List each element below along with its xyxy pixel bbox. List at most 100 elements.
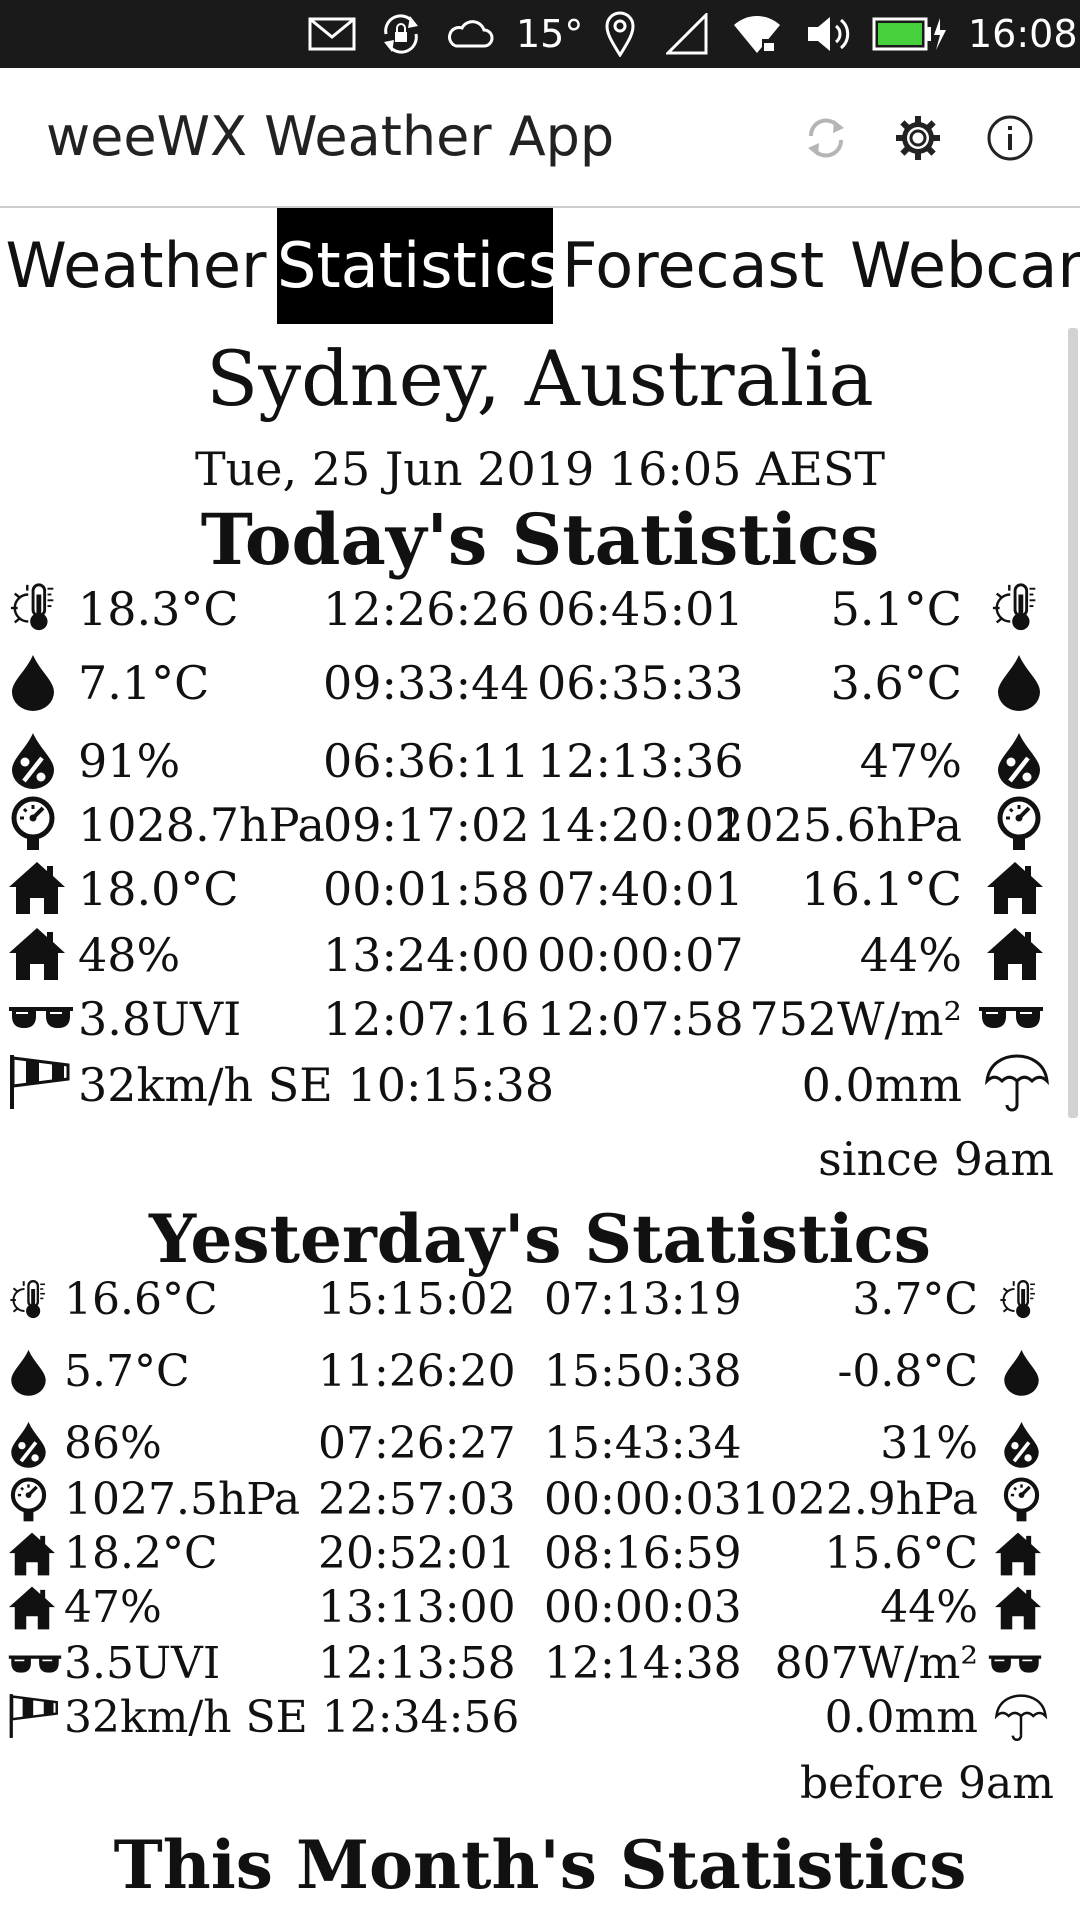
stat-row: 1028.7hPa 09:17:02 14:20:02 1025.6hPa [0,796,1060,862]
tab-webcam[interactable]: Webcam [834,208,1080,324]
status-temperature: 15° [516,12,584,56]
wind-rain-row: 32km/h SE 12:34:56 0.0mm [0,1692,1060,1756]
rain-amount: 0.0mm [801,1058,962,1112]
indoor-humidity-icon [8,1578,56,1638]
stat-max-time: 07:26:27 [318,1418,516,1469]
info-icon[interactable] [984,112,1036,164]
stat-min-value: 3.6°C [830,656,962,710]
stat-max-value: 7.1°C [78,656,210,710]
stat-max-value: 1028.7hPa [78,798,325,852]
tab-label: Forecast [561,229,825,302]
stat-min-time: 06:45:01 [537,582,744,636]
stat-min-value: 5.1°C [830,582,962,636]
dewpoint-icon [994,652,1044,712]
tab-weather[interactable]: Weather [0,208,272,324]
battery-charging-icon [872,0,948,68]
stat-max-value: 91% [78,734,181,788]
app-title: weeWX Weather App [46,105,615,168]
stat-max-value: 48% [78,928,181,982]
stat-min-value: -0.8°C [837,1346,978,1397]
stat-min-time: 07:13:19 [544,1274,742,1325]
stat-min-time: 00:00:07 [537,928,744,982]
stat-min-time: 07:40:01 [537,862,744,916]
barometer-icon [1001,1470,1042,1530]
max-wind-gust: 32km/h SE 10:15:38 [78,1058,555,1112]
humidity-icon [8,1414,49,1474]
stat-min-value: 47% [859,734,962,788]
rain-period-note: since 9am [818,1132,1054,1186]
stat-min-time: 00:00:03 [544,1474,742,1525]
stat-max-value: 18.2°C [64,1528,218,1579]
temperature-icon [8,1270,52,1330]
stat-max-value: 18.0°C [78,862,239,916]
humidity-icon [8,730,58,790]
barometer-icon [8,1470,49,1530]
uv-sunglasses-icon [978,988,1044,1048]
cell-signal-icon [666,0,708,68]
rain-period-note: before 9am [800,1758,1054,1809]
stat-min-value: 44% [859,928,962,982]
stat-max-time: 12:26:26 [323,582,530,636]
umbrella-icon [994,1686,1048,1750]
stat-min-time: 14:20:02 [537,798,744,852]
stat-min-value: 1022.9hPa [741,1474,978,1525]
stat-min-time: 08:16:59 [544,1528,742,1579]
stat-row: 18.3°C 12:26:26 06:45:01 5.1°C [0,582,1060,646]
stat-max-value: 5.7°C [64,1346,190,1397]
station-name: Sydney, Australia [206,334,874,423]
stat-max-time: 11:26:20 [318,1346,516,1397]
stat-min-value: 1025.6hPa [715,798,962,852]
section-heading: Today's Statistics [200,498,880,581]
rain-amount: 0.0mm [824,1692,978,1743]
stat-row: 5.7°C 11:26:20 15:50:38 -0.8°C [0,1350,1060,1410]
humidity-icon [1001,1414,1042,1474]
stat-row: 3.8UVI 12:07:16 12:07:58 752W/m² [0,996,1060,1056]
report-datetime: Tue, 25 Jun 2019 16:05 AEST [194,442,886,496]
stat-min-value: 3.7°C [852,1274,978,1325]
indoor-humidity-icon [8,924,66,984]
stat-max-time: 13:24:00 [323,928,530,982]
stat-min-value: 16.1°C [801,862,962,916]
temperature-icon [8,578,62,638]
stat-row: 48% 13:24:00 00:00:07 44% [0,928,1060,992]
tab-label: Statistics [277,229,561,302]
stat-min-time: 15:50:38 [544,1346,742,1397]
dewpoint-icon [8,652,58,712]
refresh-icon[interactable] [800,112,852,164]
stat-max-time: 12:13:58 [318,1638,516,1689]
stat-max-time: 09:33:44 [323,656,530,710]
windsock-icon [8,1050,72,1114]
tab-forecast[interactable]: Forecast [558,208,828,324]
stat-min-value: 31% [880,1418,978,1469]
stat-max-value: 3.5UVI [64,1638,221,1689]
stat-max-value: 1027.5hPa [64,1474,301,1525]
status-time: 16:08 [968,12,1078,56]
stat-row: 91% 06:36:11 12:13:36 47% [0,733,1060,798]
stat-max-value: 47% [64,1582,162,1633]
stat-max-time: 13:13:00 [318,1582,516,1633]
temperature-icon [998,1270,1042,1330]
stat-max-time: 22:57:03 [318,1474,516,1525]
stat-min-time: 15:43:34 [544,1418,742,1469]
indoor-temperature-icon [986,858,1044,918]
uv-sunglasses-icon [8,988,74,1048]
stat-row: 86% 07:26:27 15:43:34 31% [0,1422,1060,1482]
dewpoint-icon [8,1342,49,1402]
settings-gear-icon[interactable] [892,112,944,164]
stat-min-time: 00:00:03 [544,1582,742,1633]
section-heading: Yesterday's Statistics [149,1200,931,1278]
tab-statistics[interactable]: Statistics [277,208,560,324]
indoor-temperature-icon [8,1524,56,1584]
indoor-humidity-icon [994,1578,1042,1638]
stat-max-time: 20:52:01 [318,1528,516,1579]
wind-rain-row: 32km/h SE 10:15:38 0.0mm [0,1054,1060,1122]
stat-min-time: 06:35:33 [537,656,744,710]
status-bar: 15° 16:08 [0,0,1080,68]
app-bar: weeWX Weather App [0,68,1080,208]
stat-row: 47% 13:13:00 00:00:03 44% [0,1586,1060,1646]
barometer-icon [8,794,58,854]
stat-max-value: 16.6°C [64,1274,218,1325]
stat-max-time: 06:36:11 [323,734,530,788]
stat-max-value: 86% [64,1418,162,1469]
statistics-webview[interactable]: Sydney, Australia Tue, 25 Jun 2019 16:05… [0,324,1080,1920]
